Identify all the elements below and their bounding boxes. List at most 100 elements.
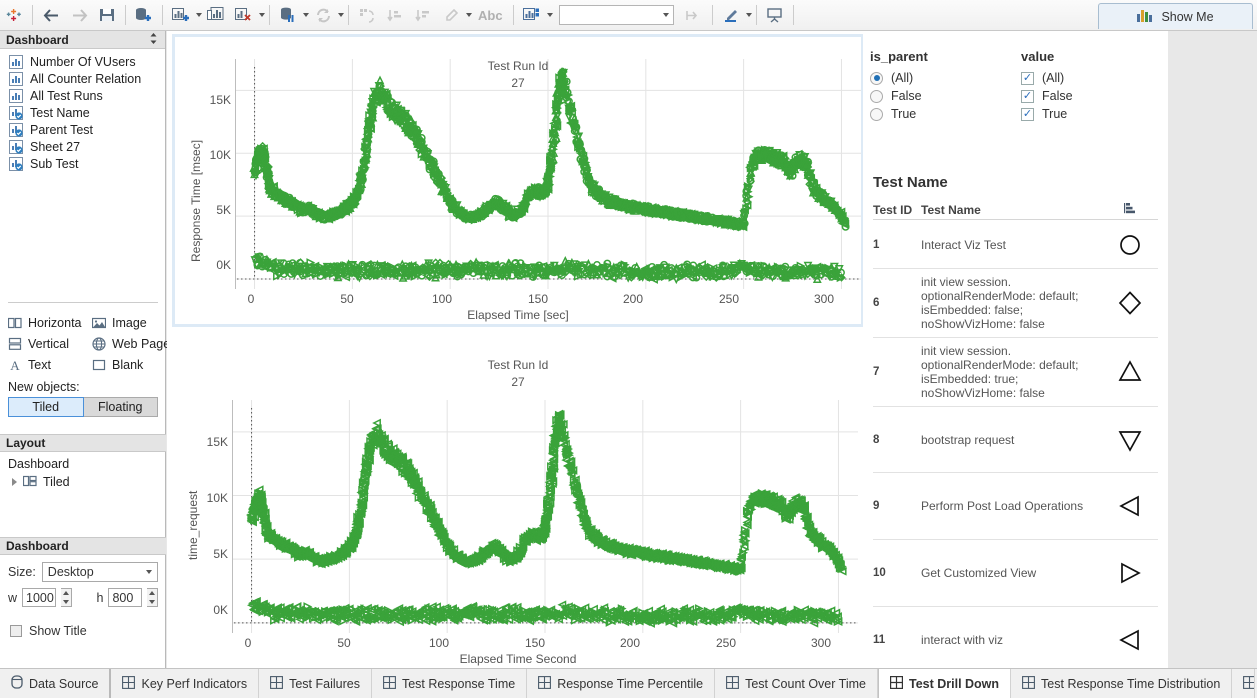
test-name-legend-list[interactable]: 1 Interact Viz Test 6 init view session.…	[873, 221, 1158, 667]
object-image[interactable]: Image	[91, 313, 174, 332]
format-icon[interactable]	[718, 2, 744, 28]
tab-test-drill-down[interactable]: Test Drill Down	[877, 669, 1012, 698]
top-x-axis-title: Elapsed Time [sec]	[467, 308, 569, 322]
height-stepper[interactable]	[147, 588, 158, 607]
tab-key-perf-indicators[interactable]: Key Perf Indicators	[111, 669, 260, 698]
bar-chart-used-icon	[9, 156, 23, 171]
new-data-source-icon[interactable]	[131, 2, 157, 28]
is-parent-option-true[interactable]: True	[870, 105, 1020, 123]
sheet-item-3[interactable]: Test Name	[0, 104, 165, 121]
value-option-true[interactable]: ✓ True	[1021, 105, 1161, 123]
is-parent-option-all[interactable]: (All)	[870, 69, 1020, 87]
chevron-down-icon[interactable]	[546, 13, 553, 17]
duplicate-sheet-icon[interactable]	[203, 2, 229, 28]
legend-row-10[interactable]: 10 Get Customized View	[873, 540, 1158, 607]
tab-test-failures[interactable]: Test Failures	[259, 669, 372, 698]
radio-icon[interactable]	[870, 71, 883, 85]
pause-auto-update-icon[interactable]	[275, 2, 301, 28]
tiled-toggle[interactable]: Tiled	[8, 397, 84, 417]
checkbox-icon[interactable]: ✓	[1021, 107, 1034, 121]
show-title-checkbox[interactable]: Show Title	[0, 607, 166, 638]
width-stepper[interactable]	[60, 588, 72, 607]
legend-row-7[interactable]: 7 init view session. optionalRenderMode:…	[873, 338, 1158, 407]
legend-row-id: 10	[873, 567, 886, 579]
object-horizontal[interactable]: Horizonta	[7, 313, 92, 332]
save-icon[interactable]	[94, 2, 120, 28]
legend-row-11[interactable]: 11 interact with viz	[873, 607, 1158, 667]
layout-root-item[interactable]: Dashboard	[8, 455, 166, 473]
sheet-label: All Test Runs	[30, 88, 103, 103]
swap-rows-columns-icon[interactable]	[354, 2, 380, 28]
viz-test-response-time[interactable]: Test Run Id 27 Response Time [msec] 15K …	[172, 34, 864, 327]
value-option-all[interactable]: ✓ (All)	[1021, 69, 1161, 87]
chevron-down-icon[interactable]	[196, 13, 202, 17]
tab-test-count-over-time[interactable]: Test Count Over Time	[715, 669, 878, 698]
back-arrow-icon[interactable]	[38, 2, 64, 28]
new-worksheet-icon[interactable]	[168, 2, 194, 28]
bottom-scatter-plot[interactable]	[232, 400, 858, 633]
toolbar-separator	[32, 5, 33, 25]
clear-sheet-icon[interactable]	[231, 2, 257, 28]
checkbox-icon[interactable]: ✓	[1021, 89, 1034, 103]
toolbar-separator	[792, 5, 794, 25]
radio-icon[interactable]	[870, 89, 883, 103]
object-blank[interactable]: Blank	[92, 355, 174, 374]
highlight-icon[interactable]	[438, 2, 464, 28]
fix-axes-icon[interactable]	[681, 2, 707, 28]
sort-icon[interactable]	[1123, 202, 1158, 218]
expand-triangle-icon[interactable]	[12, 478, 17, 486]
chevron-down-icon[interactable]	[662, 13, 669, 17]
sheet-item-6[interactable]: Sub Test	[0, 155, 165, 172]
checkbox-icon[interactable]	[10, 625, 22, 637]
tab-partial[interactable]: Tes	[1232, 669, 1256, 698]
is-parent-option-false[interactable]: False	[870, 87, 1020, 105]
tab-test-response-time[interactable]: Test Response Time	[371, 669, 528, 698]
chevron-down-icon[interactable]	[338, 13, 344, 17]
sheet-item-4[interactable]: Parent Test	[0, 121, 165, 138]
sort-ascending-icon[interactable]	[382, 2, 408, 28]
legend-row-8[interactable]: 8 bootstrap request	[873, 407, 1158, 473]
sheet-item-2[interactable]: All Test Runs	[0, 87, 165, 104]
collapse-icon[interactable]	[148, 32, 159, 48]
sheet-item-0[interactable]: Number Of VUsers	[0, 53, 165, 70]
bottom-xtick-3: 150	[524, 636, 546, 650]
chevron-down-icon[interactable]	[259, 13, 265, 17]
presentation-size-icon[interactable]	[519, 2, 545, 28]
is-parent-option-label: False	[891, 89, 922, 103]
object-web-page[interactable]: Web Page	[92, 334, 174, 353]
layout-child-item[interactable]: Tiled	[8, 473, 166, 491]
show-mark-labels-icon[interactable]: Abc	[472, 8, 509, 23]
object-text[interactable]: A Text	[8, 355, 92, 374]
objects-grid: Horizonta Image Vertical Web Page A Text…	[0, 309, 170, 376]
height-input[interactable]: 800	[108, 588, 143, 607]
checkbox-icon[interactable]: ✓	[1021, 71, 1034, 85]
chevron-down-icon[interactable]	[745, 13, 752, 17]
forward-arrow-icon[interactable]	[66, 2, 92, 28]
legend-row-9[interactable]: 9 Perform Post Load Operations	[873, 473, 1158, 540]
legend-row-6[interactable]: 6 init view session. optionalRenderMode:…	[873, 269, 1158, 338]
tab-test-response-time-distribution[interactable]: Test Response Time Distribution	[1011, 669, 1233, 698]
sheet-item-5[interactable]: Sheet 27	[0, 138, 165, 155]
presentation-mode-icon[interactable]	[762, 2, 788, 28]
toolbar-separator	[755, 5, 757, 25]
refresh-icon[interactable]	[310, 2, 336, 28]
size-select[interactable]: Desktop	[41, 562, 158, 582]
top-scatter-plot[interactable]	[235, 59, 861, 289]
radio-icon[interactable]	[870, 107, 883, 121]
show-me-button[interactable]: Show Me	[1098, 3, 1253, 29]
chevron-down-icon[interactable]	[146, 570, 152, 574]
tab-data-source[interactable]: Data Source	[0, 669, 112, 698]
object-vertical[interactable]: Vertical	[8, 334, 92, 353]
value-option-false[interactable]: ✓ False	[1021, 87, 1161, 105]
sort-descending-icon[interactable]	[410, 2, 436, 28]
floating-toggle[interactable]: Floating	[83, 397, 158, 417]
sheet-item-1[interactable]: All Counter Relation	[0, 70, 165, 87]
tableau-logo-icon[interactable]	[1, 2, 27, 28]
viz-test-drill-down[interactable]: Test Run Id 27 time_request 15K 10K 5K 0…	[172, 330, 864, 666]
fit-selector[interactable]	[558, 5, 674, 25]
tab-response-time-percentile[interactable]: Response Time Percentile	[527, 669, 716, 698]
width-input[interactable]: 1000	[22, 588, 56, 607]
legend-row-1[interactable]: 1 Interact Viz Test	[873, 221, 1158, 269]
legend-row-name: Perform Post Load Operations	[921, 499, 1084, 513]
chevron-down-icon[interactable]	[303, 13, 309, 17]
